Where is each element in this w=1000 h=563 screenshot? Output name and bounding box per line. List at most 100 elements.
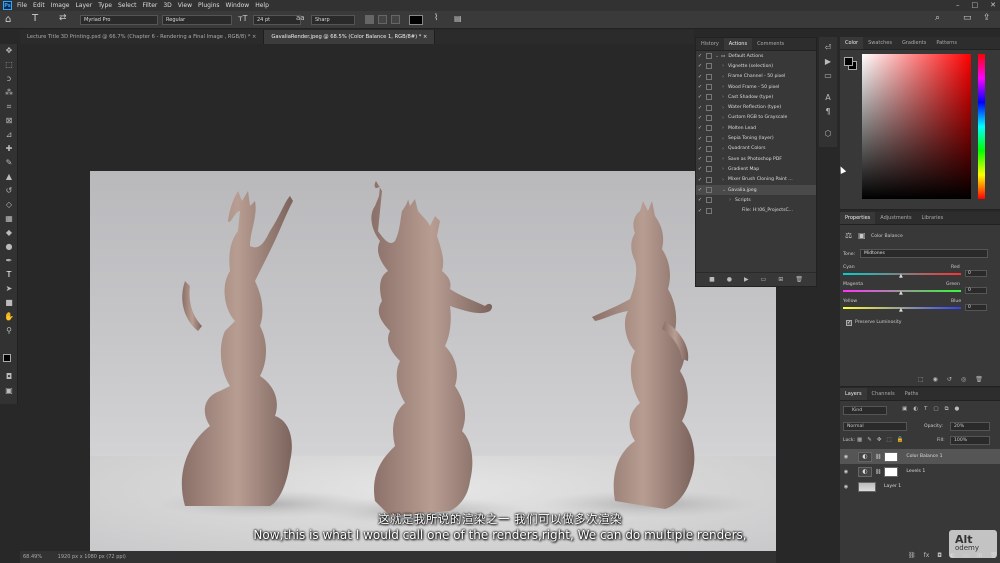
action-item[interactable]: ✓ › Gradient Map [696, 164, 816, 174]
align-left-icon[interactable] [365, 15, 374, 24]
tab-close-icon[interactable]: × [252, 34, 256, 40]
blur-tool-icon[interactable]: ◆ [4, 228, 14, 238]
filter-toggle-icon[interactable]: ● [955, 406, 960, 413]
move-tool-icon[interactable]: ✥ [4, 46, 14, 56]
menu-help[interactable]: Help [255, 2, 269, 9]
home-icon[interactable]: ⌂ [5, 14, 11, 25]
tab-libraries[interactable]: Libraries [917, 212, 949, 224]
font-style-select[interactable]: Regular [162, 15, 232, 25]
action-item[interactable]: ✓ › Custom RGB to Grayscale [696, 113, 816, 123]
action-item[interactable]: ✓ › Molten Lead [696, 123, 816, 133]
link-layers-icon[interactable]: ⛓ [908, 552, 916, 559]
dialog-toggle-box[interactable] [706, 156, 712, 163]
action-item[interactable]: ✓ File: H:\06_ProjectsC... [696, 205, 816, 215]
add-mask-icon[interactable]: ◘ [937, 552, 942, 559]
share-icon[interactable]: ⇪ [983, 13, 991, 23]
view-previous-icon[interactable]: ◉ [933, 376, 938, 383]
gradient-tool-icon[interactable]: ▦ [4, 214, 14, 224]
hue-slider[interactable] [978, 54, 985, 199]
dialog-toggle-box[interactable] [706, 84, 712, 91]
paragraph-panel-icon[interactable]: ¶ [823, 107, 833, 117]
action-item[interactable]: ✓ › Save as Photoshop PDF [696, 154, 816, 164]
action-item[interactable]: ✓ ⌄ ▭ Default Actions [696, 51, 816, 61]
tab-close-icon[interactable]: × [423, 34, 427, 40]
zoom-tool-icon[interactable]: ⚲ [4, 326, 14, 336]
action-item[interactable]: ✓ ⌄ Gavalia.jpeg [696, 184, 816, 196]
action-enabled-check[interactable]: ✓ [696, 84, 704, 90]
action-item[interactable]: ✓ › Water Reflection (type) [696, 102, 816, 112]
hand-tool-icon[interactable]: ✋ [4, 312, 14, 322]
crop-tool-icon[interactable]: ⌗ [4, 102, 14, 112]
tab-properties[interactable]: Properties [840, 212, 876, 224]
delete-icon[interactable]: 🗑 [975, 376, 983, 383]
action-enabled-check[interactable]: ✓ [696, 187, 704, 193]
tab-lecture-title[interactable]: Lecture Title 3D Printing.psd @ 66.7% (C… [20, 30, 265, 44]
pen-tool-icon[interactable]: ✒ [4, 256, 14, 266]
layer-filter-select[interactable]: Kind [843, 406, 887, 415]
warp-text-icon[interactable]: ⌇ [434, 13, 438, 23]
lock-all-icon[interactable]: 🔒 [897, 437, 904, 443]
action-enabled-check[interactable]: ✓ [696, 156, 704, 162]
play-icon[interactable]: ▶ [744, 276, 749, 283]
dialog-toggle-box[interactable] [706, 166, 712, 173]
visibility-eye-icon[interactable]: ◉ [840, 454, 852, 460]
type-filter-icon[interactable]: T [924, 406, 927, 413]
dialog-toggle-box[interactable] [706, 114, 712, 121]
brush-tool-icon[interactable]: ✎ [4, 158, 14, 168]
history-brush-tool-icon[interactable]: ↺ [4, 186, 14, 196]
eraser-tool-icon[interactable]: ◇ [4, 200, 14, 210]
action-enabled-check[interactable]: ✓ [696, 74, 704, 80]
dialog-toggle-box[interactable] [706, 176, 712, 183]
magenta-green-value[interactable]: 0 [965, 287, 987, 294]
layer-mask-thumbnail[interactable] [884, 466, 899, 477]
menu-plugins[interactable]: Plugins [198, 2, 220, 9]
foreground-color-swatch[interactable] [3, 354, 11, 362]
action-enabled-check[interactable]: ✓ [696, 166, 704, 172]
adjustment-filter-icon[interactable]: ◐ [913, 406, 918, 413]
layer-row-color-balance[interactable]: ◉ ◐ ⛓ Color Balance 1 [840, 449, 1000, 464]
action-enabled-check[interactable]: ✓ [696, 208, 704, 214]
tab-gavalia-render[interactable]: GavaliaRender.jpeg @ 68.5% (Color Balanc… [264, 30, 436, 44]
smart-object-filter-icon[interactable]: ⧉ [945, 406, 949, 413]
layer-style-icon[interactable]: fx [924, 552, 930, 559]
path-selection-tool-icon[interactable]: ➤ [4, 284, 14, 294]
preserve-luminosity-checkbox[interactable]: ✓ [846, 320, 852, 326]
shape-filter-icon[interactable]: ▢ [933, 406, 938, 413]
workspace-icon[interactable]: ▭ [963, 13, 972, 23]
action-enabled-check[interactable]: ✓ [696, 146, 704, 152]
lock-artboard-icon[interactable]: ⬚ [886, 437, 891, 443]
align-right-icon[interactable] [391, 15, 400, 24]
delete-icon[interactable]: 🗑 [795, 276, 803, 283]
zoom-level[interactable]: 68.49% [23, 554, 42, 560]
action-item[interactable]: ✓ › Vignette (selection) [696, 61, 816, 71]
eyedropper-tool-icon[interactable]: ⊿ [4, 130, 14, 140]
close-icon[interactable]: ✕ [990, 1, 996, 9]
tab-paths[interactable]: Paths [900, 388, 924, 400]
color-field[interactable] [862, 54, 971, 199]
tab-history[interactable]: History [696, 38, 724, 50]
menu-edit[interactable]: Edit [33, 2, 45, 9]
dialog-toggle-box[interactable] [706, 73, 712, 80]
dialog-toggle-box[interactable] [706, 104, 712, 111]
3d-panel-icon[interactable]: ⬡ [823, 129, 833, 139]
font-family-select[interactable]: Myriad Pro [80, 15, 158, 25]
tab-swatches[interactable]: Swatches [863, 37, 897, 49]
record-icon[interactable]: ● [727, 276, 732, 283]
antialias-select[interactable]: Sharp [311, 15, 355, 25]
menu-layer[interactable]: Layer [75, 2, 92, 9]
visibility-icon[interactable]: ◎ [961, 376, 966, 383]
slider-handle[interactable]: ▲ [899, 307, 903, 313]
dialog-toggle-box[interactable] [706, 94, 712, 101]
stop-icon[interactable]: ■ [709, 276, 715, 283]
text-color-swatch[interactable] [409, 15, 423, 25]
action-enabled-check[interactable]: ✓ [696, 63, 704, 69]
slider-handle[interactable]: ▲ [899, 290, 903, 296]
minimize-icon[interactable]: – [956, 1, 960, 9]
search-icon[interactable]: ⌕ [935, 13, 940, 23]
layer-thumbnail[interactable] [858, 481, 876, 492]
document-info[interactable]: 1920 px x 1080 px (72 ppi) [58, 554, 126, 560]
font-size-select[interactable]: 24 pt [253, 15, 301, 25]
lock-transparency-icon[interactable]: ▦ [857, 437, 862, 443]
slider-handle[interactable]: ▲ [899, 273, 903, 279]
dialog-toggle-box[interactable] [706, 135, 712, 142]
